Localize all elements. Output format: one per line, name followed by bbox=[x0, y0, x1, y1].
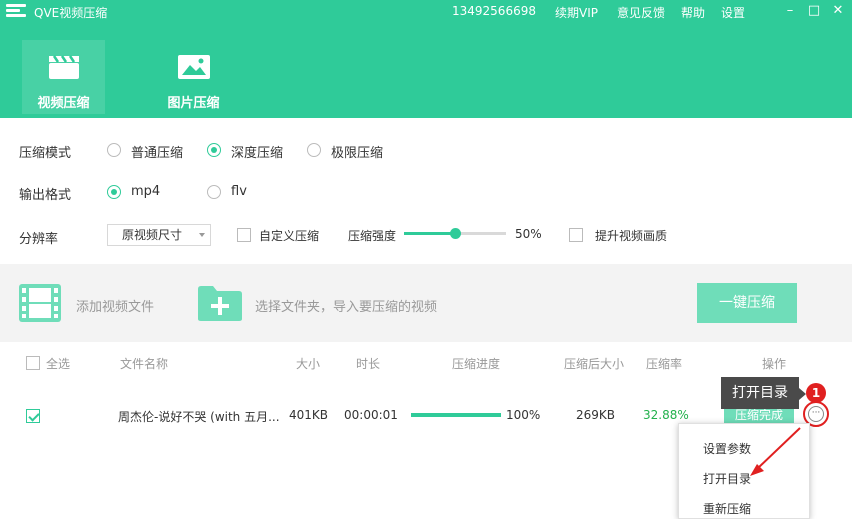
file-size: 401KB bbox=[289, 408, 329, 422]
file-duration: 00:00:01 bbox=[344, 408, 398, 422]
file-name: 周杰伦-说好不哭 (with 五月... bbox=[118, 410, 280, 424]
radio-normal[interactable] bbox=[107, 143, 121, 157]
radio-deep[interactable] bbox=[207, 143, 221, 157]
progress-bar bbox=[411, 413, 501, 417]
row-checkbox[interactable] bbox=[26, 409, 40, 423]
menu-item-open-folder[interactable]: 打开目录 bbox=[703, 470, 751, 487]
radio-flv[interactable] bbox=[207, 185, 221, 199]
tab-video-compress[interactable]: 视频压缩 bbox=[22, 40, 105, 114]
select-all-checkbox[interactable] bbox=[26, 356, 40, 370]
close-button[interactable]: ✕ bbox=[829, 2, 847, 20]
enhance-quality-label[interactable]: 提升视频画质 bbox=[595, 227, 667, 244]
slider-fill bbox=[404, 232, 455, 235]
custom-compress-checkbox[interactable] bbox=[237, 228, 251, 242]
enhance-quality-checkbox[interactable] bbox=[569, 228, 583, 242]
custom-compress-label[interactable]: 自定义压缩 bbox=[259, 227, 319, 244]
app-title: QVE视频压缩 bbox=[34, 6, 108, 20]
titlebar: QVE视频压缩 13492566698 续期VIP 意见反馈 帮助 设置 – □… bbox=[0, 0, 852, 24]
col-duration: 时长 bbox=[356, 357, 381, 371]
radio-flv-label[interactable]: flv bbox=[231, 184, 247, 199]
col-actions: 操作 bbox=[762, 357, 787, 371]
one-click-compress-button[interactable]: 一键压缩 bbox=[697, 283, 797, 323]
radio-normal-label[interactable]: 普通压缩 bbox=[131, 142, 183, 161]
strength-label: 压缩强度 bbox=[348, 229, 397, 243]
output-format-label: 输出格式 bbox=[19, 188, 72, 203]
feedback-link[interactable]: 意见反馈 bbox=[617, 4, 665, 21]
context-menu: 设置参数 打开目录 重新压缩 bbox=[678, 423, 810, 519]
folder-add-icon[interactable] bbox=[197, 284, 243, 322]
col-ratio: 压缩率 bbox=[646, 357, 683, 371]
select-all-label[interactable]: 全选 bbox=[46, 355, 70, 372]
compressed-size: 269KB bbox=[576, 408, 616, 422]
resolution-select[interactable]: 原视频尺寸 bbox=[107, 224, 211, 246]
tab-label: 视频压缩 bbox=[37, 96, 90, 111]
radio-extreme-label[interactable]: 极限压缩 bbox=[331, 142, 383, 161]
resolution-value: 原视频尺寸 bbox=[122, 228, 183, 242]
tab-image-compress[interactable]: 图片压缩 bbox=[152, 40, 235, 114]
settings-link[interactable]: 设置 bbox=[721, 4, 745, 21]
app-logo-icon bbox=[6, 4, 26, 20]
maximize-button[interactable]: □ bbox=[805, 2, 823, 20]
image-icon bbox=[177, 55, 210, 79]
resolution-label: 分辨率 bbox=[19, 232, 59, 247]
open-folder-tooltip: 打开目录 bbox=[721, 377, 806, 409]
menu-item-settings[interactable]: 设置参数 bbox=[703, 440, 751, 457]
choose-folder-button[interactable]: 选择文件夹，导入要压缩的视频 bbox=[255, 296, 437, 315]
chevron-down-icon bbox=[199, 233, 205, 237]
tab-label: 图片压缩 bbox=[167, 96, 220, 111]
radio-extreme[interactable] bbox=[307, 143, 321, 157]
renew-vip-link[interactable]: 续期VIP bbox=[555, 4, 598, 21]
radio-mp4[interactable] bbox=[107, 185, 121, 199]
film-icon[interactable] bbox=[18, 283, 62, 323]
radio-mp4-label[interactable]: mp4 bbox=[131, 184, 160, 199]
step-badge: 1 bbox=[806, 383, 826, 403]
col-size: 大小 bbox=[296, 357, 321, 371]
radio-deep-label[interactable]: 深度压缩 bbox=[231, 142, 283, 161]
progress-fill bbox=[411, 413, 501, 417]
compress-mode-label: 压缩模式 bbox=[19, 146, 72, 161]
menu-item-recompress[interactable]: 重新压缩 bbox=[703, 500, 751, 517]
progress-text: 100% bbox=[506, 408, 541, 422]
clapperboard-icon bbox=[48, 55, 79, 79]
app-header: QVE视频压缩 13492566698 续期VIP 意见反馈 帮助 设置 – □… bbox=[0, 0, 852, 118]
strength-value: 50% bbox=[515, 227, 542, 241]
col-compressed-size: 压缩后大小 bbox=[564, 357, 625, 371]
col-progress: 压缩进度 bbox=[452, 357, 501, 371]
slider-handle[interactable] bbox=[450, 228, 461, 239]
compress-ratio: 32.88% bbox=[643, 408, 689, 422]
strength-slider[interactable] bbox=[404, 228, 506, 239]
minimize-button[interactable]: – bbox=[781, 2, 799, 20]
col-filename: 文件名称 bbox=[120, 357, 169, 371]
add-video-button[interactable]: 添加视频文件 bbox=[76, 296, 154, 315]
help-link[interactable]: 帮助 bbox=[681, 4, 705, 21]
account-phone[interactable]: 13492566698 bbox=[452, 4, 536, 18]
